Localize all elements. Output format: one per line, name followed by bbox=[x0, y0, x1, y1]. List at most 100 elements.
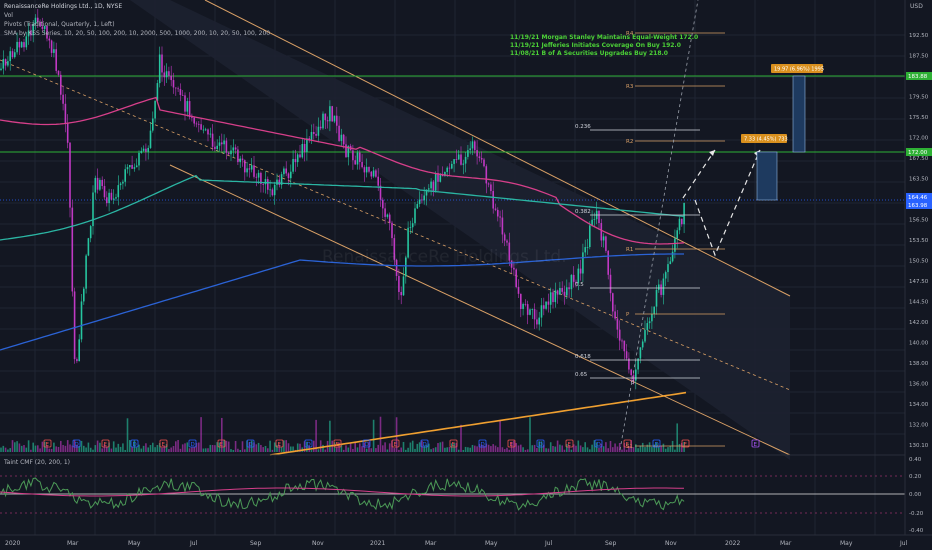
volume-bar bbox=[545, 448, 547, 452]
candle[interactable] bbox=[434, 171, 437, 193]
news-item: 11/19/21 Morgan Stanley Maintains Equal-… bbox=[510, 34, 699, 41]
volume-bar bbox=[94, 445, 97, 452]
legend-volume[interactable]: Vol bbox=[4, 11, 270, 20]
target-label[interactable]: 19.97 (6.96%) 1995 bbox=[771, 64, 824, 73]
volume-bar bbox=[529, 417, 531, 452]
price-tick: 138.00 bbox=[909, 361, 929, 367]
volume-bar bbox=[662, 443, 665, 452]
volume-bar bbox=[379, 416, 382, 452]
candle[interactable] bbox=[322, 111, 324, 130]
cmf-tick: -0.40 bbox=[909, 528, 924, 534]
volume-bar bbox=[352, 448, 354, 452]
legend-title[interactable]: RenaissanceRe Holdings Ltd., 1D, NYSE bbox=[4, 2, 270, 11]
candle[interactable] bbox=[73, 287, 76, 364]
volume-bar bbox=[200, 417, 202, 452]
candle[interactable] bbox=[71, 199, 74, 297]
volume-bar bbox=[92, 449, 94, 452]
volume-bar bbox=[586, 447, 589, 452]
volume-bar bbox=[359, 443, 361, 452]
svg-text:7.33 (4.45%) 733: 7.33 (4.45%) 733 bbox=[744, 137, 788, 143]
target-range-1[interactable] bbox=[756, 151, 778, 201]
volume-bar bbox=[499, 420, 501, 452]
candle[interactable] bbox=[87, 237, 90, 257]
svg-text:D: D bbox=[597, 442, 601, 448]
volume-bar bbox=[497, 447, 499, 452]
price-tick: 153.50 bbox=[909, 238, 929, 244]
volume-bar bbox=[149, 445, 152, 452]
svg-text:E: E bbox=[510, 442, 514, 448]
price-chart[interactable]: 0.2360.3820.50.6180.65R4R3R2R1PS1019.97 … bbox=[0, 0, 932, 550]
volume-bar bbox=[361, 446, 363, 452]
volume-bar bbox=[53, 442, 55, 452]
price-badge: 164.46 bbox=[906, 193, 932, 201]
candle[interactable] bbox=[69, 141, 71, 218]
volume-bar bbox=[667, 447, 669, 452]
volume-bar bbox=[503, 449, 506, 452]
volume-bar bbox=[227, 441, 230, 452]
svg-text:D: D bbox=[481, 442, 485, 448]
time-tick: Mar bbox=[425, 540, 437, 547]
volume-bar bbox=[177, 440, 179, 452]
volume-bar bbox=[609, 440, 612, 452]
legend-sma[interactable]: SMA by KSS Series, 10, 20, 50, 100, 200,… bbox=[4, 29, 270, 38]
volume-bar bbox=[207, 448, 209, 452]
svg-text:183.88: 183.88 bbox=[908, 74, 928, 80]
volume-bar bbox=[336, 447, 338, 452]
volume-bar bbox=[671, 440, 674, 452]
volume-bar bbox=[644, 447, 646, 452]
volume-bar bbox=[414, 448, 416, 452]
target-range-2[interactable] bbox=[792, 75, 806, 153]
volume-bar bbox=[432, 448, 435, 452]
svg-text:D: D bbox=[249, 442, 253, 448]
future-earnings-marker[interactable]: E bbox=[751, 439, 760, 448]
volume-bar bbox=[405, 449, 407, 452]
svg-text:164.46: 164.46 bbox=[908, 195, 928, 201]
volume-bar bbox=[487, 444, 490, 452]
volume-bar bbox=[612, 447, 614, 452]
volume-bar bbox=[135, 447, 138, 452]
svg-text:0.65: 0.65 bbox=[575, 372, 588, 378]
volume-bar bbox=[211, 444, 214, 452]
svg-text:0.618: 0.618 bbox=[575, 354, 591, 360]
volume-bar bbox=[39, 448, 41, 452]
price-tick: 147.50 bbox=[909, 279, 929, 285]
volume-bar bbox=[370, 448, 373, 452]
volume-bar bbox=[271, 449, 274, 452]
volume-bar bbox=[434, 447, 437, 452]
volume-bar bbox=[616, 446, 619, 452]
volume-bar bbox=[635, 444, 637, 452]
volume-bar bbox=[584, 442, 586, 452]
volume-bar bbox=[202, 448, 205, 452]
volume-bar bbox=[175, 441, 177, 452]
candle[interactable] bbox=[529, 308, 531, 316]
volume-bar bbox=[462, 449, 465, 452]
volume-bar bbox=[110, 448, 113, 452]
volume-bar bbox=[508, 449, 511, 452]
volume-bar bbox=[411, 440, 414, 452]
volume-bar bbox=[156, 445, 159, 452]
volume-bar bbox=[48, 448, 51, 452]
volume-bar bbox=[126, 418, 129, 452]
currency-label: USD bbox=[910, 3, 923, 10]
volume-bar bbox=[536, 448, 538, 452]
svg-text:E: E bbox=[46, 442, 50, 448]
volume-bar bbox=[439, 442, 442, 452]
svg-text:D: D bbox=[307, 442, 311, 448]
candle[interactable] bbox=[331, 105, 333, 122]
volume-bar bbox=[30, 449, 32, 452]
legend-pivots[interactable]: Pivots (Traditional, Quarterly, 1, Left) bbox=[4, 20, 270, 29]
volume-bar bbox=[69, 444, 71, 452]
volume-bar bbox=[598, 448, 600, 452]
volume-bar bbox=[122, 443, 124, 452]
cmf-indicator-title[interactable]: Taint CMF (20, 200, 1) bbox=[4, 459, 70, 466]
candle[interactable] bbox=[515, 268, 517, 289]
volume-bar bbox=[142, 445, 145, 452]
candle[interactable] bbox=[20, 41, 23, 48]
target-label[interactable]: 7.33 (4.45%) 733 bbox=[741, 134, 788, 143]
volume-bar bbox=[124, 449, 126, 452]
candle[interactable] bbox=[605, 235, 607, 253]
candle[interactable] bbox=[85, 253, 87, 294]
svg-text:D: D bbox=[423, 442, 427, 448]
volume-bar bbox=[506, 447, 508, 452]
volume-bar bbox=[209, 444, 212, 452]
